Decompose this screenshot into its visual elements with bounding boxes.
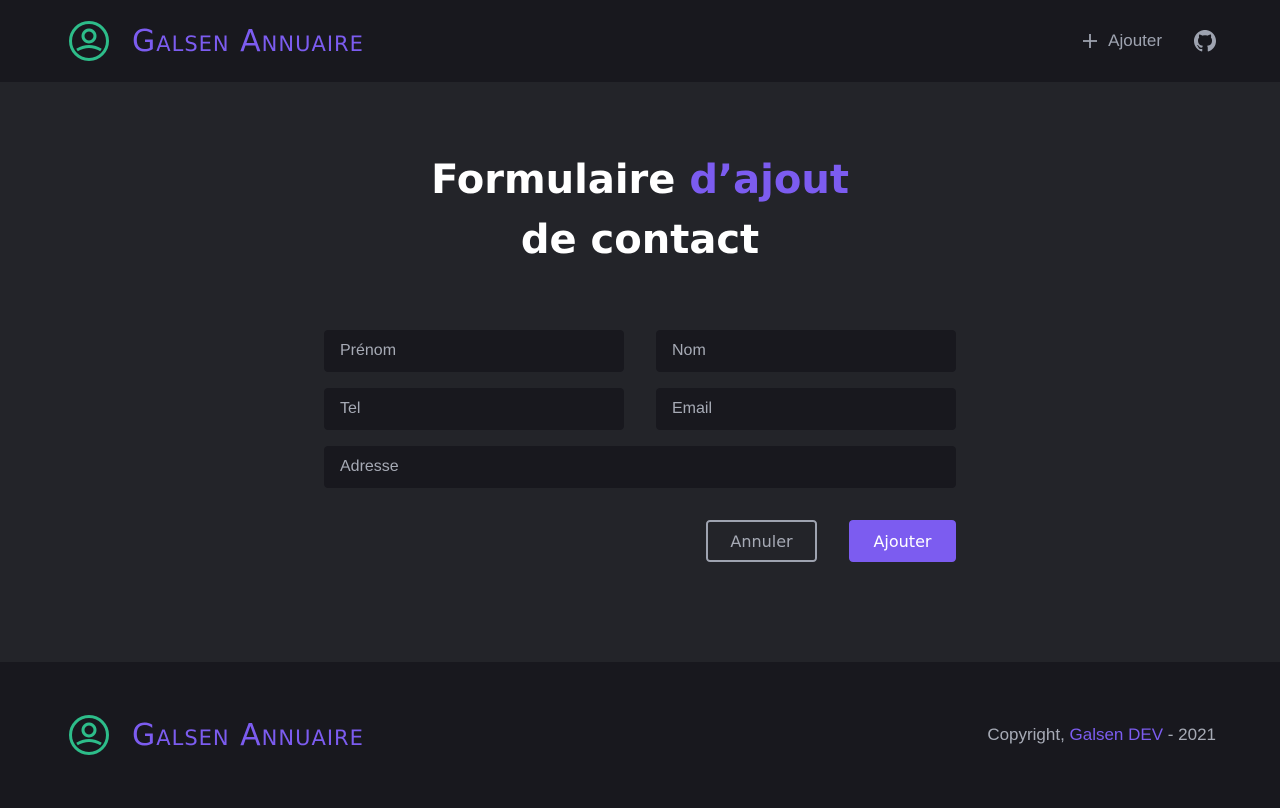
footer: Galsen Annuaire Copyright, Galsen DEV - … bbox=[0, 662, 1280, 808]
github-icon[interactable] bbox=[1194, 30, 1216, 52]
nav-add-label: Ajouter bbox=[1108, 31, 1162, 50]
nav-add-link[interactable]: Ajouter bbox=[1082, 31, 1162, 51]
footer-brand-name: Galsen Annuaire bbox=[132, 717, 364, 753]
page-title: Formulaire d’ajout de contact bbox=[0, 150, 1280, 270]
top-navbar: Galsen Annuaire Ajouter bbox=[0, 0, 1280, 82]
company-link[interactable]: Galsen DEV bbox=[1070, 725, 1164, 744]
title-line2: de contact bbox=[520, 217, 760, 263]
form-row-names bbox=[324, 330, 956, 372]
copyright-prefix: Copyright, bbox=[987, 725, 1070, 744]
user-circle-logo-icon bbox=[69, 715, 109, 755]
brand-name: Galsen Annuaire bbox=[132, 23, 364, 59]
main-content: Formulaire d’ajout de contact Annuler Aj… bbox=[0, 82, 1280, 662]
phone-input[interactable] bbox=[324, 388, 624, 430]
contact-form bbox=[324, 330, 956, 504]
firstname-input[interactable] bbox=[324, 330, 624, 372]
plus-icon bbox=[1083, 34, 1098, 48]
form-row-contact bbox=[324, 388, 956, 430]
form-actions: Annuler Ajouter bbox=[706, 520, 956, 562]
brand[interactable]: Galsen Annuaire bbox=[68, 20, 364, 62]
title-accent: d’ajout bbox=[689, 157, 849, 203]
copyright: Copyright, Galsen DEV - 2021 bbox=[987, 725, 1216, 745]
lastname-input[interactable] bbox=[656, 330, 956, 372]
form-row-address bbox=[324, 446, 956, 488]
nav: Ajouter bbox=[1082, 30, 1216, 52]
user-circle-logo-icon bbox=[69, 21, 109, 61]
title-part1: Formulaire bbox=[431, 157, 690, 203]
address-input[interactable] bbox=[324, 446, 956, 488]
email-input[interactable] bbox=[656, 388, 956, 430]
copyright-suffix: - 2021 bbox=[1163, 725, 1216, 744]
footer-brand[interactable]: Galsen Annuaire bbox=[68, 714, 364, 756]
cancel-button[interactable]: Annuler bbox=[706, 520, 817, 562]
submit-button[interactable]: Ajouter bbox=[849, 520, 956, 562]
